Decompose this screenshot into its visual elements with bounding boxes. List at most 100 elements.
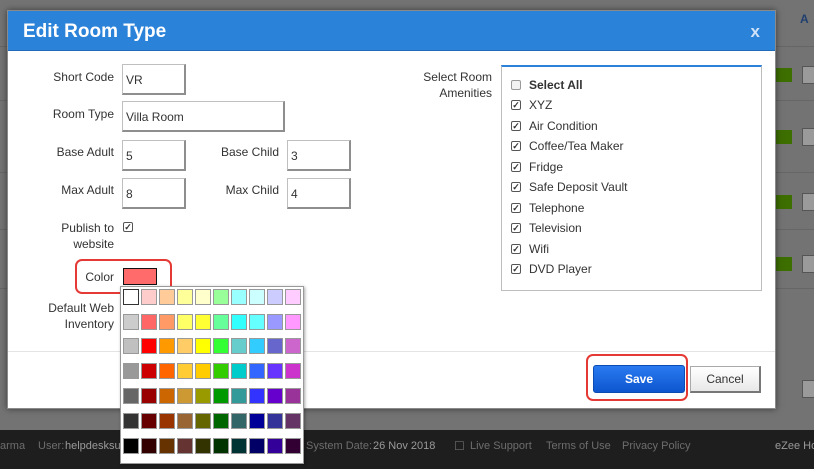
max-adult-field[interactable] (122, 178, 186, 209)
color-swatch[interactable] (141, 438, 157, 454)
color-swatch[interactable] (213, 388, 229, 404)
color-swatch[interactable] (123, 338, 139, 354)
footer-privacy-link[interactable]: Privacy Policy (622, 430, 690, 463)
color-swatch[interactable] (123, 289, 139, 305)
color-swatch[interactable] (213, 314, 229, 330)
color-swatch[interactable] (267, 338, 283, 354)
color-swatch[interactable] (249, 438, 265, 454)
color-swatch[interactable] (249, 363, 265, 379)
base-adult-label: Base Adult (56, 145, 114, 159)
color-swatch[interactable] (267, 314, 283, 330)
color-swatch[interactable] (285, 363, 301, 379)
color-swatch[interactable] (267, 438, 283, 454)
close-icon[interactable]: x (751, 22, 760, 42)
color-swatch[interactable] (177, 338, 193, 354)
color-swatch[interactable] (231, 388, 247, 404)
color-swatch[interactable] (285, 413, 301, 429)
color-swatch[interactable] (159, 289, 175, 305)
color-swatch[interactable] (231, 413, 247, 429)
footer-user-label: User: (38, 440, 65, 452)
color-swatch[interactable] (159, 363, 175, 379)
max-child-field[interactable] (287, 178, 351, 209)
background-status-box (776, 195, 792, 209)
color-swatch[interactable] (213, 338, 229, 354)
footer-live-support-link[interactable]: Live Support (470, 430, 532, 463)
amenity-checkbox[interactable]: ✓ (511, 223, 521, 233)
publish-checkbox[interactable]: ✓ (123, 222, 133, 232)
color-swatch[interactable] (213, 413, 229, 429)
color-swatch[interactable] (123, 438, 139, 454)
color-swatch[interactable] (177, 314, 193, 330)
color-swatch[interactable] (231, 289, 247, 305)
color-swatch[interactable] (177, 413, 193, 429)
color-swatch[interactable] (141, 413, 157, 429)
color-swatch[interactable] (123, 388, 139, 404)
color-swatch[interactable] (123, 314, 139, 330)
color-swatch[interactable] (285, 388, 301, 404)
color-swatch[interactable] (195, 413, 211, 429)
color-swatch[interactable] (249, 388, 265, 404)
color-swatch[interactable] (159, 388, 175, 404)
amenity-checkbox[interactable]: ✓ (511, 182, 521, 192)
color-swatch[interactable] (159, 314, 175, 330)
color-swatch[interactable] (231, 314, 247, 330)
color-swatch[interactable] (195, 289, 211, 305)
color-swatch[interactable] (123, 413, 139, 429)
footer-terms-link[interactable]: Terms of Use (546, 430, 611, 463)
color-swatch[interactable] (177, 289, 193, 305)
color-swatch[interactable] (159, 413, 175, 429)
color-swatch[interactable] (123, 363, 139, 379)
color-swatch[interactable] (249, 338, 265, 354)
color-swatch[interactable] (231, 338, 247, 354)
color-swatch[interactable] (141, 338, 157, 354)
select-all-checkbox[interactable] (511, 80, 521, 90)
color-swatch[interactable] (231, 363, 247, 379)
color-swatch[interactable] (159, 438, 175, 454)
color-swatch[interactable] (285, 438, 301, 454)
amenity-checkbox[interactable]: ✓ (511, 203, 521, 213)
color-swatch[interactable] (213, 438, 229, 454)
color-swatch[interactable] (249, 314, 265, 330)
color-swatch[interactable] (195, 363, 211, 379)
color-swatch[interactable] (195, 438, 211, 454)
amenity-checkbox[interactable]: ✓ (511, 100, 521, 110)
color-swatch[interactable] (195, 314, 211, 330)
cancel-button[interactable]: Cancel (690, 366, 761, 393)
amenity-checkbox[interactable]: ✓ (511, 162, 521, 172)
base-child-field[interactable] (287, 140, 351, 171)
color-swatch[interactable] (231, 438, 247, 454)
room-type-field[interactable] (122, 101, 285, 132)
color-swatch[interactable] (285, 289, 301, 305)
color-swatch[interactable] (267, 363, 283, 379)
color-swatch[interactable] (141, 314, 157, 330)
color-swatch[interactable] (249, 413, 265, 429)
amenity-checkbox[interactable]: ✓ (511, 121, 521, 131)
color-swatch[interactable] (141, 289, 157, 305)
base-adult-field[interactable] (122, 140, 186, 171)
color-swatch[interactable] (249, 289, 265, 305)
amenity-checkbox[interactable]: ✓ (511, 141, 521, 151)
color-swatch[interactable] (285, 338, 301, 354)
color-swatch[interactable] (195, 338, 211, 354)
color-swatch[interactable] (195, 388, 211, 404)
footer-system-date-label: System Date: (306, 440, 373, 452)
color-swatch[interactable] (141, 388, 157, 404)
color-swatch[interactable] (177, 363, 193, 379)
color-swatch[interactable] (159, 338, 175, 354)
short-code-field[interactable] (122, 64, 186, 95)
color-swatch[interactable] (267, 388, 283, 404)
color-swatch[interactable] (141, 363, 157, 379)
color-swatch[interactable] (213, 289, 229, 305)
color-swatch[interactable] (285, 314, 301, 330)
amenity-checkbox[interactable]: ✓ (511, 264, 521, 274)
amenity-checkbox[interactable]: ✓ (511, 244, 521, 254)
color-swatch[interactable] (177, 438, 193, 454)
color-swatch[interactable] (267, 413, 283, 429)
dialog-title: Edit Room Type (23, 21, 167, 42)
live-support-icon[interactable]: ☐ (454, 430, 465, 463)
footer-user-value: helpdesksu (65, 440, 121, 452)
amenities-list: Select All ✓ XYZ ✓ Air Condition ✓ Coffe… (501, 65, 762, 291)
color-swatch[interactable] (177, 388, 193, 404)
color-swatch[interactable] (213, 363, 229, 379)
color-swatch[interactable] (267, 289, 283, 305)
